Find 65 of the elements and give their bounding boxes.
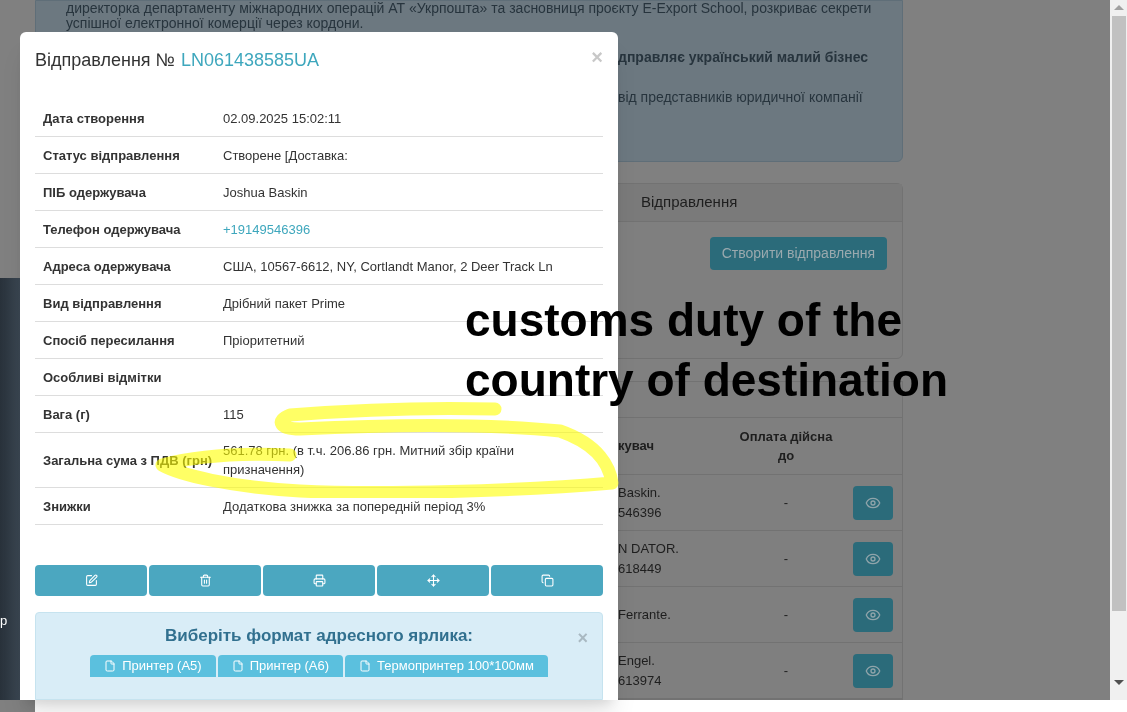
- file-icon: [104, 659, 117, 672]
- field-label: Особливі відмітки: [43, 368, 163, 387]
- scroll-up-icon[interactable]: [1113, 5, 1124, 10]
- field-value: Додаткова знижка за попередній період 3%: [223, 497, 487, 516]
- edit-icon: [84, 574, 98, 587]
- field-label: Знижки: [43, 497, 92, 516]
- field-value: Створене [Доставка:: [223, 146, 349, 165]
- note-text: від представників юридичної компанії: [618, 88, 863, 107]
- label-format-button[interactable]: Принтер (А6): [217, 654, 344, 677]
- view-button[interactable]: [853, 541, 893, 576]
- view-button[interactable]: [853, 597, 893, 632]
- tracking-number: LN061438585UA: [180, 49, 319, 72]
- alert-close-button[interactable]: ×: [577, 629, 588, 647]
- create-shipment-button[interactable]: Створити відправлення: [709, 237, 887, 271]
- field-label: Вага (г): [43, 405, 91, 424]
- paid-until-cell-text: -: [782, 549, 790, 568]
- view-button[interactable]: [853, 653, 893, 688]
- annotation-text: customs duty of the country of destination: [465, 293, 948, 408]
- trash-icon: [198, 574, 212, 587]
- phone-link[interactable]: +19149546396: [223, 219, 595, 239]
- scrollbar-thumb[interactable]: [1111, 16, 1126, 611]
- action-button[interactable]: [149, 565, 261, 596]
- move-icon: [426, 574, 440, 587]
- field-value: Joshua Baskin: [223, 183, 309, 202]
- side-panel-text: р: [0, 611, 9, 630]
- recipient-cell-text: Engel. 613974: [618, 651, 663, 690]
- field-value: 115: [223, 405, 245, 424]
- field-label: Телефон одержувача: [43, 220, 182, 239]
- column-header: кувач: [618, 437, 655, 456]
- recipient-cell-text: Ferrante.: [618, 605, 672, 624]
- field-label: Спосіб пересилання: [43, 331, 176, 350]
- field-value: 02.09.2025 15:02:11: [223, 109, 343, 128]
- paid-until-cell-text: -: [782, 605, 790, 624]
- file-icon: [359, 659, 372, 672]
- action-button[interactable]: [491, 565, 603, 596]
- copy-icon: [540, 574, 554, 587]
- column-header: Оплата дійсна до: [738, 427, 834, 465]
- file-icon: [231, 659, 244, 672]
- intro-text: успішної електронної комерції через кордони.: [65, 16, 364, 31]
- intro-text: директорка департаменту міжнародних операцій АТ «Укрпошта» та засновниця проєкту E-Export School, розкриває секрети: [65, 1, 873, 16]
- action-button[interactable]: [35, 565, 147, 596]
- field-label: Адреса одержувача: [43, 257, 172, 276]
- field-value: Дрібний пакет Prime: [223, 294, 347, 313]
- view-button[interactable]: [853, 485, 893, 520]
- label-format-button[interactable]: Принтер (А5): [90, 654, 216, 677]
- paid-until-cell-text: -: [782, 493, 790, 512]
- field-value: Пріоритетний: [223, 331, 306, 350]
- alert-title: Виберіть формат адресного ярлика:: [165, 625, 473, 647]
- highlight-text: дправляє український малий бізнес: [618, 48, 869, 67]
- field-label: Дата створення: [43, 109, 146, 128]
- recipient-cell-text: N DATOR. 618449: [618, 539, 680, 578]
- close-button[interactable]: ×: [591, 47, 603, 67]
- print-icon: [312, 574, 326, 587]
- action-button[interactable]: [377, 565, 489, 596]
- field-label: Статус відправлення: [43, 146, 181, 165]
- label-format-button[interactable]: Термопринтер 100*100мм: [345, 654, 548, 677]
- field-label: Вид відправлення: [43, 294, 163, 313]
- paid-until-cell-text: -: [782, 661, 790, 680]
- panel-title: Відправлення: [641, 192, 738, 213]
- modal-title: Відправлення №: [35, 49, 175, 72]
- field-label: ПІБ одержувача: [43, 183, 147, 202]
- field-value: США, 10567-6612, NY, Cortlandt Manor, 2 Deer Track Ln: [223, 257, 554, 276]
- action-button[interactable]: [263, 565, 375, 596]
- recipient-cell-text: Baskin. 546396: [618, 483, 663, 522]
- scroll-down-icon[interactable]: [1113, 680, 1124, 685]
